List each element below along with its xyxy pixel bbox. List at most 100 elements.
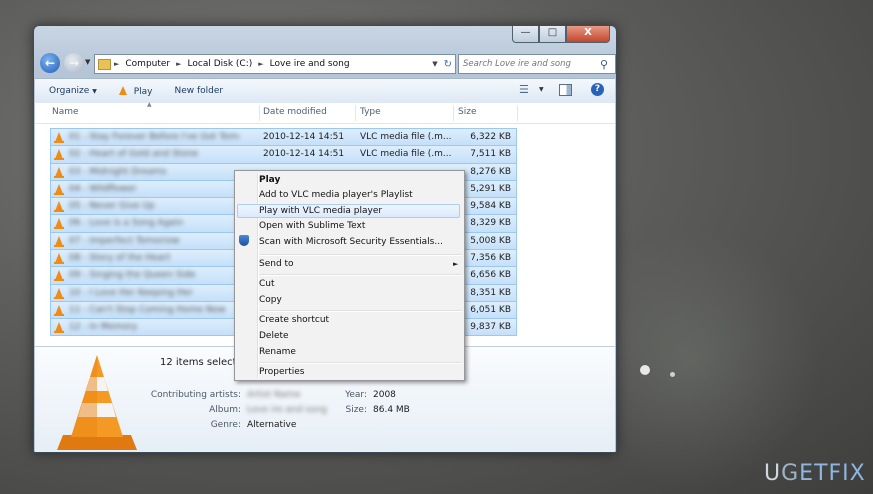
size-label: Size:	[345, 405, 367, 415]
vlc-cone-icon	[54, 304, 64, 316]
vlc-cone-icon	[54, 166, 64, 178]
vlc-cone-large-icon	[57, 355, 137, 450]
breadcrumb-chevron-icon: ►	[176, 60, 182, 68]
menu-separator	[260, 362, 462, 364]
file-size: 8,276 KB	[470, 166, 511, 177]
file-size: 7,356 KB	[470, 253, 511, 264]
menu-item-add-to-playlist[interactable]: Add to VLC media player's Playlist	[259, 190, 413, 200]
column-divider[interactable]	[453, 105, 454, 121]
file-size: 6,051 KB	[470, 304, 511, 315]
vlc-cone-icon	[54, 201, 64, 213]
menu-item-rename[interactable]: Rename	[259, 347, 296, 357]
file-size: 7,511 KB	[470, 149, 511, 160]
breadcrumb-current-folder[interactable]: Love ire and song	[270, 59, 350, 69]
menu-item-create-shortcut[interactable]: Create shortcut	[259, 315, 329, 325]
back-button[interactable]: ←	[40, 53, 60, 73]
logo-part: G	[781, 461, 800, 486]
vlc-cone-icon	[54, 253, 64, 265]
column-divider[interactable]	[259, 105, 260, 121]
column-header-type[interactable]: Type	[360, 107, 381, 117]
column-divider[interactable]	[517, 105, 518, 121]
play-button[interactable]: Play	[118, 85, 153, 97]
menu-item-delete[interactable]: Delete	[259, 331, 289, 341]
close-button[interactable]: X	[566, 26, 610, 43]
file-name: 12 - In Memory	[69, 322, 138, 333]
genre-value[interactable]: Alternative	[247, 420, 296, 430]
file-size: 9,837 KB	[470, 322, 511, 333]
background-flare-small	[670, 372, 675, 377]
vlc-cone-icon	[54, 132, 64, 143]
menu-item-open-with-sublime[interactable]: Open with Sublime Text	[259, 221, 365, 231]
organize-button[interactable]: Organize ▼	[49, 86, 97, 96]
breadcrumb-local-disk[interactable]: Local Disk (C:)	[188, 59, 253, 69]
breadcrumb-chevron-icon: ►	[258, 60, 264, 68]
view-options-icon[interactable]: ☰	[519, 83, 529, 96]
file-name: 09 - Singing the Queen Side	[69, 270, 196, 281]
file-name: 03 - Midnight Dreams	[69, 166, 167, 177]
logo-part: U	[764, 461, 782, 486]
help-icon[interactable]: ?	[591, 83, 604, 96]
logo-part: ETFIX	[799, 461, 866, 486]
vlc-cone-icon	[54, 218, 64, 230]
menu-separator	[260, 254, 462, 256]
menu-item-scan[interactable]: Scan with Microsoft Security Essentials.…	[259, 237, 443, 247]
file-date: 2010-12-14 14:51	[263, 149, 345, 160]
preview-pane-icon[interactable]	[559, 84, 572, 96]
new-folder-button[interactable]: New folder	[174, 86, 223, 96]
nav-history-dropdown-icon[interactable]: ▼	[85, 58, 90, 66]
menu-item-copy[interactable]: Copy	[259, 295, 282, 305]
security-essentials-icon	[239, 235, 249, 246]
play-label: Play	[133, 86, 153, 97]
view-dropdown-icon[interactable]: ▼	[539, 86, 544, 93]
vlc-cone-icon	[54, 287, 64, 299]
organize-label: Organize	[49, 86, 90, 96]
menu-item-play-with-vlc[interactable]: Play with VLC media player	[237, 204, 460, 218]
column-headers: Name ▲ Date modified Type Size	[35, 101, 615, 124]
breadcrumb-chevron-icon: ►	[114, 60, 120, 68]
search-input[interactable]	[459, 58, 600, 70]
file-size: 8,329 KB	[470, 218, 511, 229]
column-divider[interactable]	[355, 105, 356, 121]
column-header-date[interactable]: Date modified	[263, 107, 327, 117]
command-bar: Organize ▼ Play New folder ☰ ▼ ?	[35, 78, 615, 104]
file-size: 8,351 KB	[470, 287, 511, 298]
minimize-button[interactable]: —	[512, 26, 539, 43]
file-row[interactable]: 02 - Heart of Gold and Stone 2010-12-14 1…	[50, 145, 517, 163]
column-header-name[interactable]: Name	[52, 107, 79, 117]
album-label: Album:	[209, 405, 241, 415]
file-size: 9,584 KB	[470, 201, 511, 212]
menu-item-properties[interactable]: Properties	[259, 367, 304, 377]
vlc-cone-icon	[54, 322, 64, 334]
file-size: 5,291 KB	[470, 183, 511, 194]
breadcrumb-computer[interactable]: Computer	[125, 59, 170, 69]
sort-arrow-icon: ▲	[147, 101, 152, 108]
search-box[interactable]: ⚲	[458, 54, 616, 74]
file-name: 04 - Wildflower	[69, 183, 137, 194]
file-name: 02 - Heart of Gold and Stone	[69, 149, 199, 160]
address-bar[interactable]: ► Computer ► Local Disk (C:) ► Love ire …	[94, 54, 456, 74]
menu-separator	[260, 310, 462, 312]
file-type: VLC media file (.m...	[360, 149, 452, 160]
menu-item-send-to[interactable]: Send to	[259, 259, 294, 269]
forward-button[interactable]: →	[64, 53, 84, 73]
background-flare	[640, 365, 650, 375]
file-name: 05 - Never Give Up	[69, 201, 155, 212]
size-value: 86.4 MB	[373, 405, 410, 415]
organize-dropdown-icon: ▼	[92, 88, 97, 95]
refresh-icon[interactable]: ↻	[444, 59, 452, 70]
window-controls: — □ X	[512, 26, 610, 43]
menu-item-cut[interactable]: Cut	[259, 279, 275, 289]
search-icon[interactable]: ⚲	[600, 58, 608, 71]
address-dropdown-icon[interactable]: ▼	[432, 60, 437, 68]
menu-item-play[interactable]: Play	[259, 175, 280, 185]
year-value[interactable]: 2008	[373, 390, 396, 400]
column-header-size[interactable]: Size	[458, 107, 476, 117]
file-name: 06 - Love is a Song Again	[69, 218, 184, 229]
file-size: 5,008 KB	[470, 235, 511, 246]
file-name: 11 - Can't Stop Coming Home Now	[69, 304, 226, 315]
maximize-button[interactable]: □	[539, 26, 566, 43]
file-type: VLC media file (.m...	[360, 132, 452, 142]
file-row[interactable]: 01 - Stay Forever Before I've Got Tomorr…	[50, 128, 517, 146]
file-name: 01 - Stay Forever Before I've Got Tomorr…	[69, 132, 239, 142]
file-date: 2010-12-14 14:51	[263, 132, 345, 142]
